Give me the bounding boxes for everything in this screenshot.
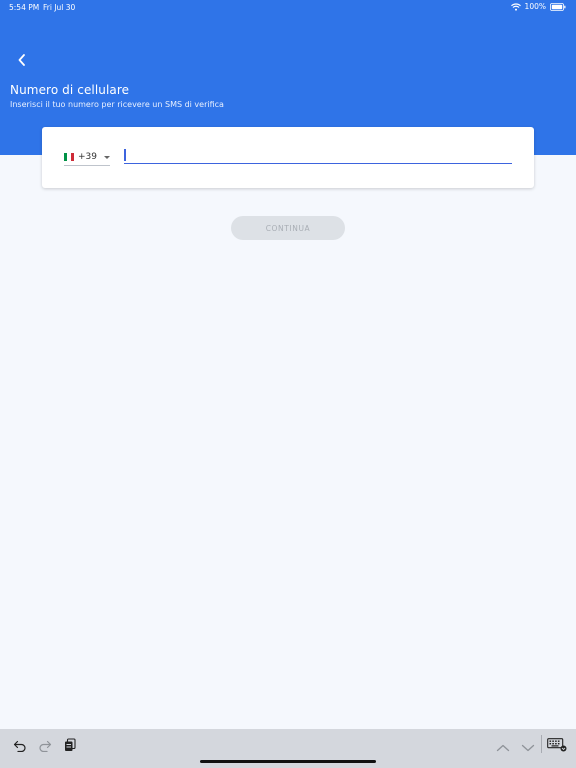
back-button[interactable] bbox=[12, 50, 32, 70]
continue-button[interactable]: CONTINUA bbox=[231, 216, 345, 240]
wifi-icon bbox=[510, 2, 521, 11]
paste-icon bbox=[64, 737, 76, 756]
home-indicator bbox=[200, 760, 376, 763]
status-indicators: 100% bbox=[510, 2, 566, 11]
battery-icon bbox=[550, 2, 566, 11]
undo-button[interactable] bbox=[9, 735, 31, 757]
italy-flag-icon bbox=[64, 153, 74, 161]
phone-input-card: +39 bbox=[42, 127, 534, 188]
next-field-button[interactable] bbox=[517, 735, 539, 757]
status-date: Fri Jul 30 bbox=[43, 3, 76, 12]
undo-icon bbox=[13, 737, 27, 756]
chevron-up-icon bbox=[496, 737, 510, 756]
phone-number-input[interactable] bbox=[124, 147, 512, 164]
chevron-down-icon bbox=[521, 737, 535, 756]
country-dial-code: +39 bbox=[78, 152, 97, 162]
keyboard-icon bbox=[547, 737, 567, 756]
caret-down-icon bbox=[104, 155, 110, 159]
chevron-left-icon bbox=[17, 51, 27, 70]
page-title: Numero di cellulare bbox=[10, 83, 130, 97]
text-cursor bbox=[124, 149, 126, 161]
status-time: 5:54 PM bbox=[9, 3, 40, 12]
hide-keyboard-button[interactable] bbox=[546, 735, 568, 757]
previous-field-button[interactable] bbox=[492, 735, 514, 757]
redo-icon bbox=[38, 737, 52, 756]
toolbar-divider bbox=[541, 735, 542, 753]
page-subtitle: Inserisci il tuo numero per ricevere un … bbox=[10, 100, 224, 109]
battery-percentage: 100% bbox=[524, 2, 546, 11]
redo-button[interactable] bbox=[34, 735, 56, 757]
paste-button[interactable] bbox=[59, 735, 81, 757]
country-code-select[interactable]: +39 bbox=[64, 149, 110, 166]
